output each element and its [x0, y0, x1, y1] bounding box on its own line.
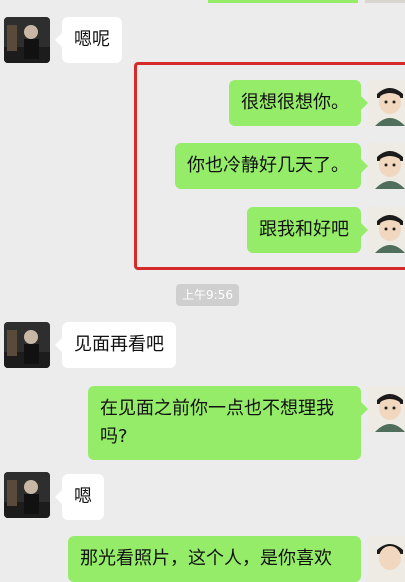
- partial-avatar: [365, 0, 405, 3]
- contact-avatar[interactable]: [4, 322, 50, 368]
- self-avatar[interactable]: [367, 386, 405, 432]
- message-bubble-sent: 你也冷静好几天了。: [175, 143, 368, 189]
- cartoon-boy-icon: [367, 80, 405, 126]
- person-photo-icon: [4, 322, 50, 368]
- message-bubble-sent: 跟我和好吧: [247, 207, 368, 253]
- self-avatar[interactable]: [367, 80, 405, 126]
- self-avatar[interactable]: [367, 536, 405, 582]
- contact-avatar[interactable]: [4, 17, 50, 63]
- cartoon-boy-icon: [367, 536, 405, 582]
- person-photo-icon: [4, 17, 50, 63]
- time-divider: 上午9:56: [176, 284, 239, 306]
- cartoon-boy-icon: [367, 143, 405, 189]
- message-bubble-received: 见面再看吧: [55, 322, 176, 368]
- message-bubble-received: 嗯: [55, 474, 104, 520]
- message-bubble-sent: 很想很想你。: [229, 80, 368, 126]
- message-bubble-sent: 那光看照片，这个人，是你喜欢: [68, 536, 361, 582]
- contact-avatar[interactable]: [4, 472, 50, 518]
- message-bubble-sent: 在见面之前你一点也不想理我吗?: [88, 386, 368, 460]
- cartoon-boy-icon: [367, 207, 405, 253]
- cartoon-boy-icon: [367, 386, 405, 432]
- self-avatar[interactable]: [367, 143, 405, 189]
- partial-sent-bubble: [208, 0, 358, 3]
- self-avatar[interactable]: [367, 207, 405, 253]
- person-photo-icon: [4, 472, 50, 518]
- message-bubble-received: 嗯呢: [55, 17, 122, 63]
